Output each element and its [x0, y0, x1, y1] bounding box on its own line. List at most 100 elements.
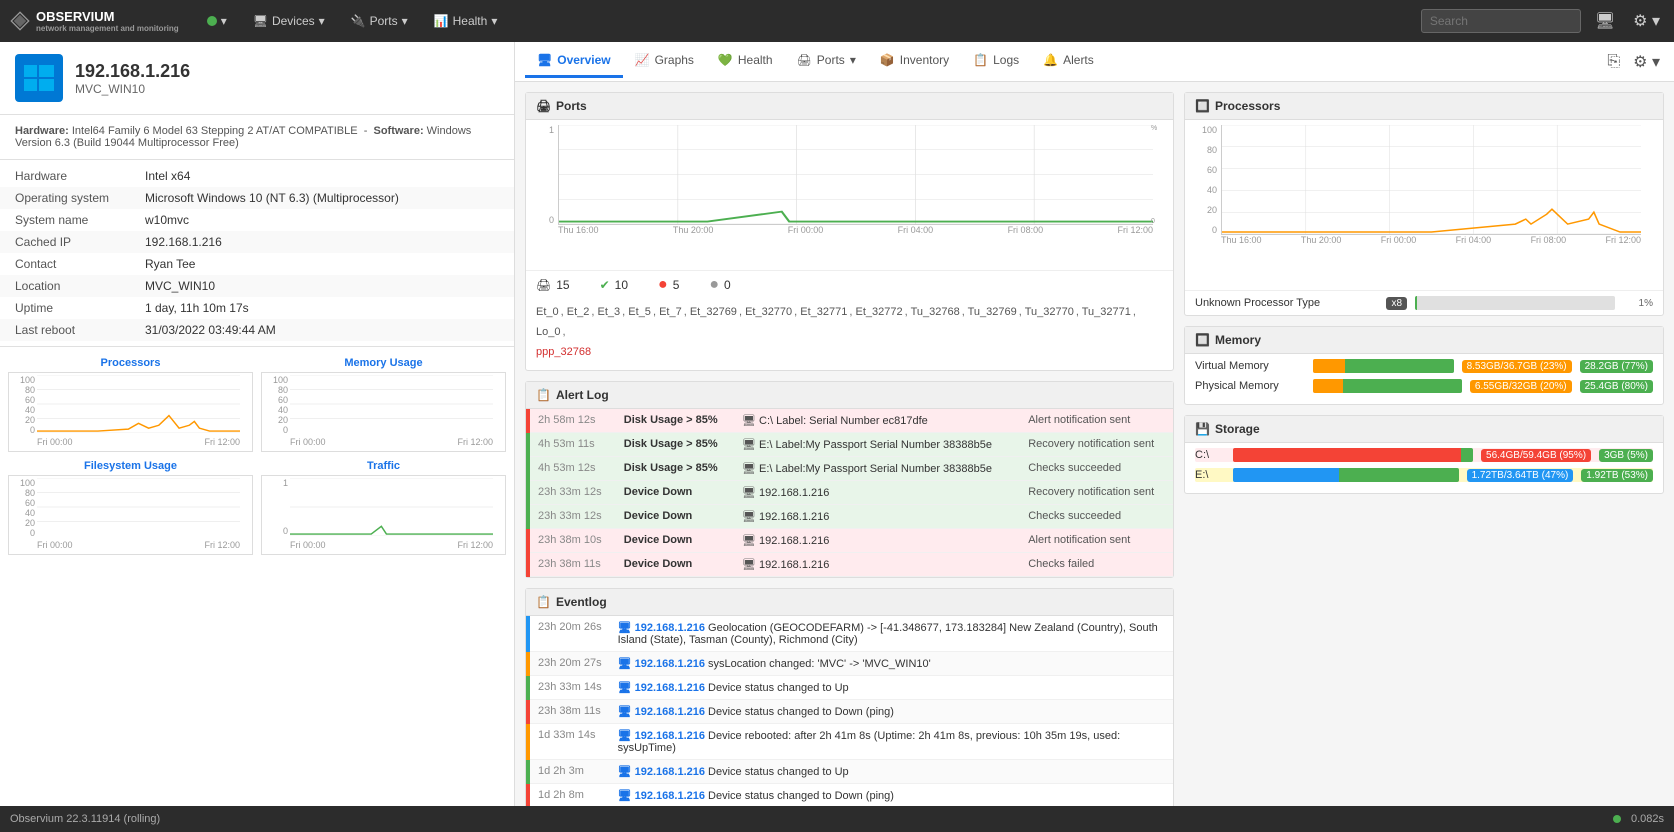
port-link-et5[interactable]: Et_5: [628, 306, 651, 318]
port-link-et7[interactable]: Et_7: [659, 306, 682, 318]
health-tab-icon: 💚: [718, 53, 733, 67]
detail-value-sysname: w10mvc: [130, 209, 514, 231]
alert-time: 23h 33m 12s: [528, 505, 616, 529]
app-logo: OBSERVIUM network management and monitor…: [10, 9, 179, 33]
port-link-tu32769[interactable]: Tu_32769: [968, 306, 1017, 318]
processor-bar-container: [1415, 296, 1615, 310]
alert-device: 🖥 E:\ Label:My Passport Serial Number 38…: [734, 457, 1020, 481]
alert-status: Recovery notification sent: [1020, 481, 1173, 505]
port-link-tu32770[interactable]: Tu_32770: [1025, 306, 1074, 318]
tab-alerts-label: Alerts: [1063, 53, 1094, 67]
storage-e-bar: [1233, 468, 1459, 482]
eventlog-time: 23h 20m 26s: [528, 616, 610, 652]
eventlog-content: 🖥 192.168.1.216 sysLocation changed: 'MV…: [610, 652, 1173, 676]
storage-c-used-badge: 56.4GB/59.4GB (95%): [1481, 449, 1591, 462]
status-button[interactable]: ▾: [199, 10, 235, 32]
tab-health[interactable]: 💚 Health: [706, 45, 785, 78]
alert-time: 23h 38m 11s: [528, 553, 616, 577]
port-link-et2[interactable]: Et_2: [567, 306, 590, 318]
search-input[interactable]: [1421, 9, 1581, 33]
detail-label-cachedip: Cached IP: [0, 231, 130, 253]
panel-copy-button[interactable]: ⎘: [1603, 49, 1624, 75]
port-link-tu32768[interactable]: Tu_32768: [911, 306, 960, 318]
port-link-lo0[interactable]: Lo_0: [536, 326, 560, 338]
tabs-bar: 🖥 Overview 📈 Graphs 💚 Health 🖨 Ports ▾ 📦…: [515, 42, 1674, 82]
tab-inventory[interactable]: 📦 Inventory: [868, 45, 961, 78]
mini-chart-processors-canvas: 100 80 60 40 20 0: [8, 372, 253, 452]
mini-charts-section: Processors 100 80 60 40 20 0: [0, 347, 514, 573]
main-layout: 192.168.1.216 MVC_WIN10 Hardware: Intel6…: [0, 42, 1674, 832]
tab-alerts[interactable]: 🔔 Alerts: [1031, 45, 1106, 78]
eventlog-row: 23h 20m 27s 🖥 192.168.1.216 sysLocation …: [528, 652, 1173, 676]
virtual-memory-used-badge: 8.53GB/36.7GB (23%): [1462, 360, 1572, 373]
tab-health-label: Health: [738, 53, 773, 67]
storage-e-used-bar: [1233, 468, 1339, 482]
detail-value-hardware: Intel x64: [130, 165, 514, 187]
alert-device: 🖥 192.168.1.216: [734, 481, 1020, 505]
filesystem-chart-svg: [37, 478, 240, 536]
detail-value-lastreboot: 31/03/2022 03:49:44 AM: [130, 319, 514, 341]
ports-section-title: Ports: [556, 99, 587, 113]
tab-ports[interactable]: 🖨 Ports ▾: [785, 45, 868, 78]
eventlog-row: 1d 2h 3m 🖥 192.168.1.216 Device status c…: [528, 760, 1173, 784]
memory-rows: Virtual Memory 8.53GB/36.7GB (23%) 28.2G…: [1185, 354, 1663, 404]
ports-arrow: ▾: [402, 14, 408, 28]
tab-logs[interactable]: 📋 Logs: [961, 45, 1031, 78]
eventlog-content: 🖥 192.168.1.216 Device status changed to…: [610, 784, 1173, 808]
port-link-ppp32768[interactable]: ppp_32768: [536, 346, 591, 358]
monitor-icon-button[interactable]: 🖥: [1591, 7, 1619, 35]
status-dot: [207, 16, 217, 26]
memory-card: 🔲 Memory Virtual Memory 8.53GB/36.7GB (2…: [1184, 326, 1664, 405]
details-table: Hardware Intel x64 Operating system Micr…: [0, 165, 514, 341]
port-stat-disabled: ● 0: [709, 276, 730, 294]
port-stat-down: ● 5: [658, 276, 679, 294]
processors-section-icon: 🔲: [1195, 99, 1209, 113]
port-link-et32769[interactable]: Et_32769: [690, 306, 737, 318]
port-link-et3[interactable]: Et_3: [598, 306, 621, 318]
device-hostname: MVC_WIN10: [75, 82, 190, 96]
mini-chart-traffic-area: [290, 478, 493, 536]
detail-row-lastreboot: Last reboot 31/03/2022 03:49:44 AM: [0, 319, 514, 341]
device-details: Hardware Intel x64 Operating system Micr…: [0, 160, 514, 347]
detail-value-os: Microsoft Windows 10 (NT 6.3) (Multiproc…: [130, 187, 514, 209]
port-link-tu32771[interactable]: Tu_32771: [1082, 306, 1131, 318]
port-link-et32772[interactable]: Et_32772: [856, 306, 903, 318]
devices-button[interactable]: 🖥 Devices ▾: [245, 10, 333, 32]
port-up-icon: ✔: [600, 278, 610, 292]
port-down-icon: ●: [658, 276, 668, 294]
virtual-memory-free-badge: 28.2GB (77%): [1580, 360, 1653, 373]
detail-row-uptime: Uptime 1 day, 11h 10m 17s: [0, 297, 514, 319]
device-info: 192.168.1.216 MVC_WIN10: [75, 61, 190, 96]
mini-chart-filesystem: Filesystem Usage 100 80 60 40 20 0: [8, 460, 253, 555]
memory-chart-svg: [290, 375, 493, 433]
detail-value-uptime: 1 day, 11h 10m 17s: [130, 297, 514, 319]
storage-row-c: C:\ 56.4GB/59.4GB (95%) 3GB (5%): [1195, 448, 1653, 462]
port-link-et32771[interactable]: Et_32771: [800, 306, 847, 318]
version-text: Observium 22.3.11914 (rolling): [10, 813, 160, 825]
health-button[interactable]: 📊 Health ▾: [426, 10, 506, 32]
tab-graphs[interactable]: 📈 Graphs: [623, 45, 706, 78]
port-link-et0[interactable]: Et_0: [536, 306, 559, 318]
mini-chart-processors-area: [37, 375, 240, 433]
alert-type: Disk Usage > 85%: [616, 433, 734, 457]
storage-card: 💾 Storage C:\ 56.4GB/59.4GB (95%): [1184, 415, 1664, 494]
ports-button[interactable]: 🔌 Ports ▾: [343, 10, 416, 32]
devices-icon: 🖥: [253, 14, 268, 28]
settings-button[interactable]: ⚙ ▾: [1629, 7, 1664, 35]
mini-chart-traffic-yaxis: 1 0: [262, 476, 290, 536]
alert-log-card: 📋 Alert Log 2h 58m 12s Disk Usage > 85% …: [525, 381, 1174, 578]
mini-chart-memory-canvas: 100 80 60 40 20 0: [261, 372, 506, 452]
mini-chart-traffic: Traffic 1 0: [261, 460, 506, 555]
traffic-chart-svg: [290, 478, 493, 536]
ports-header: 🖨 Ports: [526, 93, 1173, 120]
overview-icon: 🖥: [537, 53, 552, 67]
panel-settings-button[interactable]: ⚙ ▾: [1629, 48, 1664, 76]
app-name: OBSERVIUM: [36, 9, 179, 24]
eventlog-time: 23h 33m 14s: [528, 676, 610, 700]
port-link-et32770[interactable]: Et_32770: [745, 306, 792, 318]
eventlog-icon: 📋: [536, 595, 550, 609]
tab-overview[interactable]: 🖥 Overview: [525, 45, 623, 78]
processors-section-title: Processors: [1215, 99, 1280, 113]
proc-chart-inner: 100 80 60 40 20 0: [1195, 125, 1653, 255]
tab-logs-label: Logs: [993, 53, 1019, 67]
